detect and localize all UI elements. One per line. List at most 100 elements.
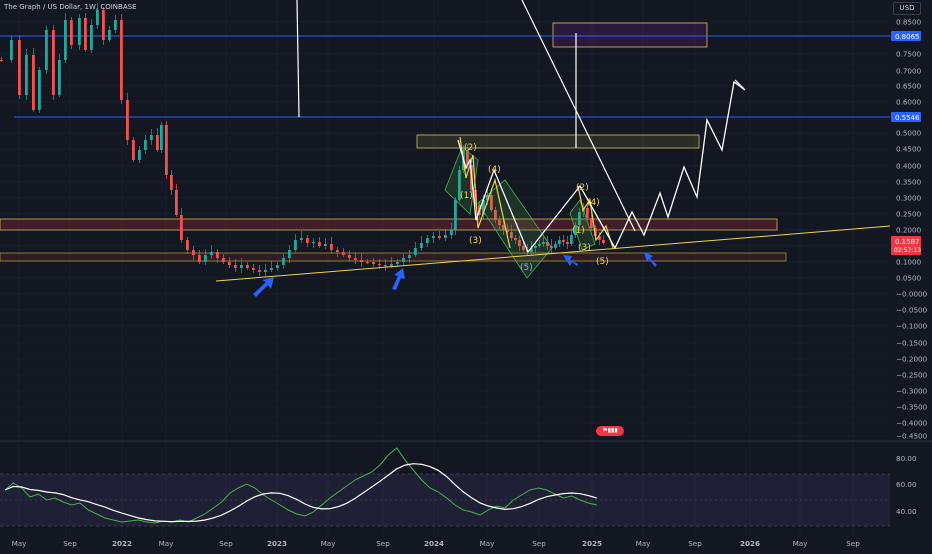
price-axis[interactable]: 0.8500 0.7500 0.7000 0.6500 0.6000 0.5000 0.45… [896, 18, 928, 441]
chart-title: The Graph / US Dollar, 1W, COINBASE [4, 3, 137, 11]
currency-button[interactable]: USD [893, 2, 921, 15]
candle-body [252, 268, 255, 270]
candle-body [444, 235, 447, 238]
candle-body [120, 20, 123, 100]
price-tag-0-5546-text: 0.5546 [895, 114, 920, 122]
candle-body [102, 10, 105, 40]
candle-body [438, 236, 441, 238]
chart-window[interactable]: (2) (1) (4) (3) (5) (2) (4) (1) (3) (5) … [0, 0, 932, 550]
wave-label: (1) [460, 191, 473, 201]
candle-body [234, 265, 237, 268]
price-tick-label: −0.2000 [896, 355, 928, 364]
candle-body [222, 258, 225, 262]
price-tick-label: 0.3000 [896, 194, 922, 203]
price-tick-label: −0.2500 [896, 371, 928, 380]
wave-label: (4) [488, 165, 501, 175]
price-tick-label: 0.2500 [896, 210, 922, 219]
candle-body [240, 265, 243, 268]
candle-body [150, 135, 153, 140]
candle-body [258, 270, 261, 272]
time-tick-label: 2023 [267, 539, 287, 548]
price-tick-label: −0.0000 [896, 290, 928, 299]
price-tick-label: −0.3000 [896, 387, 928, 396]
wave-label: (5) [520, 263, 533, 273]
indicator-tick-label: 80.00 [896, 454, 917, 463]
wave-label: (5) [596, 257, 609, 267]
candle-body [602, 240, 605, 243]
price-tick-label: 0.6500 [896, 82, 922, 91]
price-tick-label: 0.4000 [896, 162, 922, 171]
candle-body [0, 60, 3, 62]
candle-body [360, 260, 363, 262]
candle-body [318, 242, 321, 246]
candle-body [454, 200, 457, 230]
candle-body [294, 240, 297, 250]
support-zone-upper[interactable] [0, 218, 778, 231]
candle-body [156, 135, 159, 150]
support-zone-lower[interactable] [0, 252, 787, 262]
wave-label: (2) [576, 183, 589, 193]
candle-body [52, 30, 55, 95]
price-chart[interactable]: (2) (1) (4) (3) (5) (2) (4) (1) (3) (5) … [0, 0, 932, 550]
price-tick-label: 0.2000 [896, 226, 922, 235]
candle-body [90, 25, 93, 50]
time-tick-label: May [793, 539, 809, 548]
price-tick-label: 0.5000 [896, 129, 922, 138]
candle-body [554, 244, 557, 248]
candle-body [198, 255, 201, 262]
time-tick-label: 2022 [112, 539, 132, 548]
candle-body [558, 240, 561, 244]
candle-body [216, 252, 219, 258]
candle-body [210, 252, 213, 255]
time-axis[interactable]: May Sep 2022 May Sep 2023 May Sep 2024 May Sep 2025… [12, 539, 861, 548]
candle-body [25, 55, 28, 95]
time-tick-label: Sep [219, 539, 233, 548]
candle-body [38, 70, 41, 110]
candle-body [384, 265, 387, 267]
wave-label: (3) [469, 236, 482, 246]
time-tick-label: Sep [532, 539, 546, 548]
candle-body [160, 125, 163, 150]
candle-body [562, 240, 565, 242]
candle-body [64, 20, 67, 60]
candle-body [336, 250, 339, 252]
time-tick-label: May [159, 539, 175, 548]
price-tick-label: −0.4500 [896, 432, 928, 441]
wave-label: (1) [572, 226, 585, 236]
time-tick-label: May [480, 539, 496, 548]
price-tick-label: 0.6000 [896, 98, 922, 107]
candle-body [10, 40, 13, 60]
indicator-tick-label: 60.00 [896, 480, 917, 489]
time-tick-label: Sep [376, 539, 390, 548]
time-tick-label: 2026 [740, 539, 760, 548]
current-price-text: 0.1587 [895, 238, 920, 246]
candle-body [18, 40, 21, 95]
price-tick-label: 0.0500 [896, 274, 922, 283]
candle-body [204, 255, 207, 262]
candle-body [408, 255, 411, 258]
price-tag-0-8065-text: 0.8065 [895, 33, 920, 41]
time-tick-label: Sep [63, 539, 77, 548]
candle-body [300, 238, 303, 240]
events-flag-icon[interactable]: ⚑▮▮▮ [596, 426, 624, 436]
price-tick-label: 0.7000 [896, 67, 922, 76]
time-tick-label: May [12, 539, 28, 548]
candle-body [58, 60, 61, 95]
candle-body [570, 235, 573, 244]
time-tick-label: 2024 [424, 539, 444, 548]
vertical-line-left[interactable] [296, 0, 300, 118]
candle-body [165, 125, 168, 175]
candle-body [414, 248, 417, 255]
time-tick-label: Sep [688, 539, 702, 548]
time-tick-label: Sep [846, 539, 860, 548]
candle-body [276, 265, 279, 268]
candle-body [330, 244, 333, 250]
candle-body [402, 258, 405, 262]
time-tick-label: May [321, 539, 337, 548]
candle-body [126, 100, 129, 140]
indicator-axis[interactable]: 80.00 60.00 40.00 [896, 454, 917, 516]
candle-body [45, 30, 48, 70]
candle-body [432, 236, 435, 238]
candle-body [342, 252, 345, 255]
candle-body [32, 55, 35, 110]
